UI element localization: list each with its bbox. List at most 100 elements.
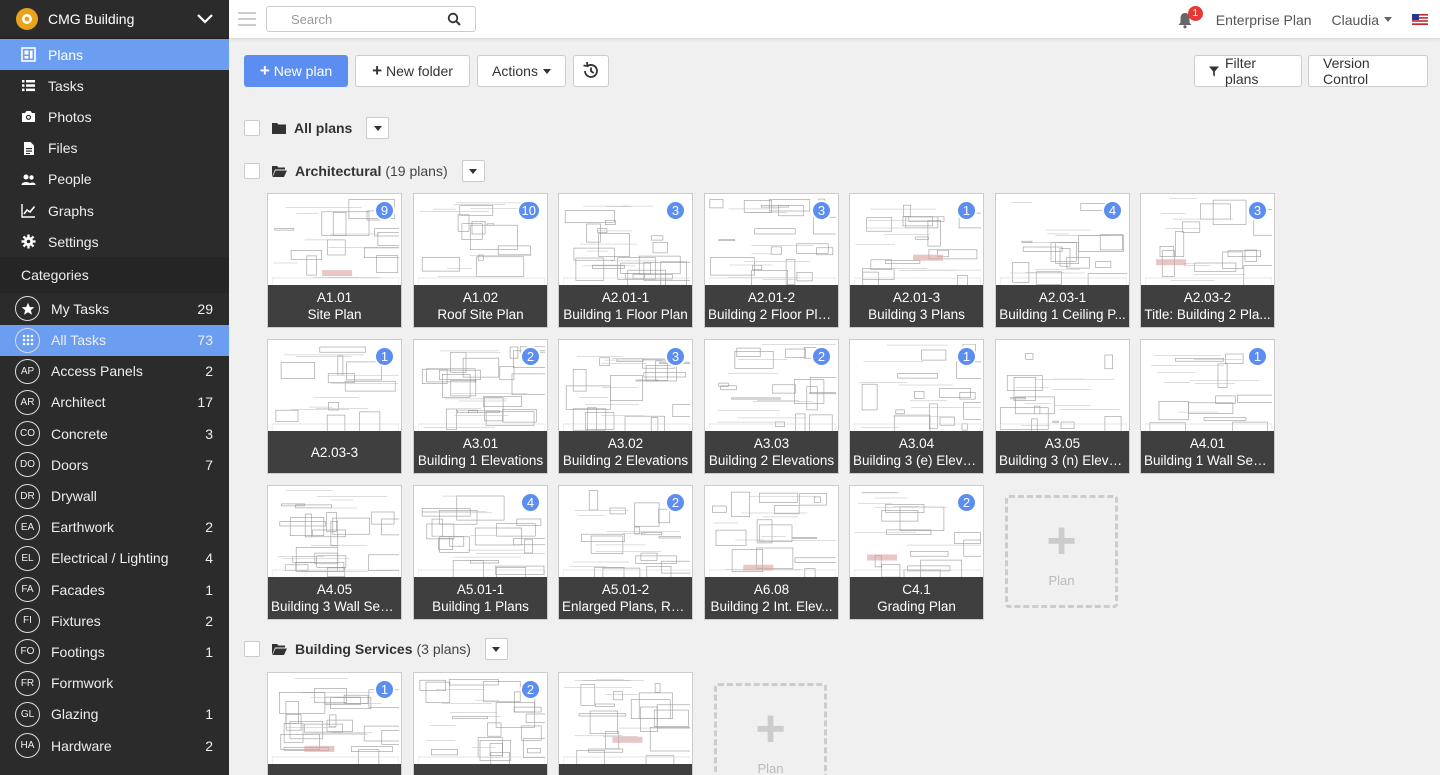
sidebar-item-settings[interactable]: Settings: [0, 226, 229, 257]
folder-dropdown-button[interactable]: [461, 160, 485, 182]
plan-card[interactable]: 2 E.8: [413, 672, 548, 775]
search-icon[interactable]: [447, 12, 461, 26]
plans-toolbar: + New plan + New folder Actions Filter pla…: [229, 39, 1440, 102]
actions-dropdown[interactable]: Actions: [477, 55, 566, 87]
category-item[interactable]: All Tasks 73: [0, 324, 229, 356]
category-item[interactable]: My Tasks 29: [0, 293, 229, 324]
category-item[interactable]: GL Glazing 1: [0, 699, 229, 730]
category-count: 3: [205, 425, 213, 442]
plan-card[interactable]: 9 A1.01 Site Plan: [267, 193, 402, 328]
category-item[interactable]: CO Concrete 3: [0, 418, 229, 449]
caret-down-icon: [542, 68, 551, 74]
plus-icon: +: [372, 61, 382, 80]
add-plan-tile[interactable]: + Plan: [714, 683, 827, 775]
plan-card[interactable]: 10 A1.02 Roof Site Plan: [413, 193, 548, 328]
category-label: Formwork: [51, 675, 114, 692]
task-count-badge: 1: [956, 346, 977, 367]
category-item[interactable]: DR Drywall: [0, 480, 229, 511]
category-item[interactable]: FA Facades 1: [0, 574, 229, 605]
notifications-button[interactable]: 1: [1176, 5, 1203, 29]
plan-card[interactable]: 1 S5.1: [267, 672, 402, 775]
plan-title: Building 2 Floor Pla...: [708, 307, 837, 322]
add-plan-label: Plan: [757, 761, 784, 775]
category-item[interactable]: FR Formwork: [0, 668, 229, 699]
folder-name[interactable]: Architectural: [295, 163, 381, 179]
plan-card[interactable]: 3 A2.03-2 Title: Building 2 Pla...: [1140, 193, 1275, 328]
plan-title: Building 1 Plans: [432, 599, 529, 614]
search-input[interactable]: [291, 7, 461, 31]
plan-card[interactable]: 2 A3.03 Building 2 Elevations: [704, 339, 839, 474]
folder-dropdown-button[interactable]: [484, 638, 508, 660]
folder-name[interactable]: Building Services: [295, 641, 412, 657]
plan-card[interactable]: A4.05 Building 3 Wall Sec...: [267, 485, 402, 620]
sidebar-item-graphs[interactable]: Graphs: [0, 195, 229, 226]
plan-caption: A2.01-1 Building 1 Floor Plan: [559, 285, 692, 327]
plan-code: A2.01-1: [601, 290, 650, 305]
plan-code: A3.02: [607, 436, 644, 451]
plan-card[interactable]: 1 A2.03-3: [267, 339, 402, 474]
plan-card[interactable]: 1 A2.01-3 Building 3 Plans: [849, 193, 984, 328]
plan-card[interactable]: A3.05 Building 3 (n) Eleva...: [995, 339, 1130, 474]
plan-card[interactable]: 1 A3.04 Building 3 (e) Eleva...: [849, 339, 984, 474]
plan-card[interactable]: E.4: [558, 672, 693, 775]
plan-title: Building 2 Elevations: [562, 453, 689, 468]
plan-caption: A3.05 Building 3 (n) Eleva...: [996, 431, 1129, 473]
menu-toggle-icon[interactable]: [238, 12, 256, 26]
add-plan-tile[interactable]: + Plan: [1005, 495, 1118, 608]
folder-name[interactable]: All plans: [294, 120, 352, 136]
folder-row-building-services: Building Services (3 plans): [244, 637, 508, 661]
plan-card[interactable]: 4 A2.03-1 Building 1 Ceiling P...: [995, 193, 1130, 328]
plan-card[interactable]: 2 C4.1 Grading Plan: [849, 485, 984, 620]
plan-caption: S5.1: [268, 764, 401, 775]
plan-title: Grading Plan: [877, 599, 956, 614]
sidebar-item-photos[interactable]: Photos: [0, 101, 229, 132]
new-folder-button[interactable]: + New folder: [355, 55, 470, 87]
plan-card[interactable]: 3 A3.02 Building 2 Elevations: [558, 339, 693, 474]
sidebar-item-tasks[interactable]: Tasks: [0, 70, 229, 101]
folder-row-all-plans: All plans: [244, 116, 390, 140]
category-item[interactable]: EA Earthwork 2: [0, 512, 229, 543]
plan-card[interactable]: 2 A5.01-2 Enlarged Plans, Res...: [558, 485, 693, 620]
categories-header: Categories: [0, 257, 229, 294]
category-item[interactable]: DO Doors 7: [0, 449, 229, 480]
category-item[interactable]: AR Architect 17: [0, 387, 229, 418]
add-plan-label: Plan: [1048, 573, 1075, 588]
architectural-checkbox[interactable]: [244, 163, 260, 179]
plan-card[interactable]: 2 A3.01 Building 1 Elevations: [413, 339, 548, 474]
sidebar-item-files[interactable]: Files: [0, 133, 229, 164]
category-item[interactable]: HA Hardware 2: [0, 730, 229, 761]
plan-card[interactable]: 3 A2.01-2 Building 2 Floor Pla...: [704, 193, 839, 328]
plan-caption: A2.03-3: [268, 431, 401, 473]
new-plan-button[interactable]: + New plan: [244, 55, 348, 87]
category-label: Hardware: [51, 737, 112, 754]
project-switcher[interactable]: CMG Building: [0, 0, 229, 39]
category-abbr-badge: EA: [15, 514, 40, 540]
sidebar-item-people[interactable]: People: [0, 164, 229, 195]
history-button[interactable]: [573, 55, 609, 87]
filter-plans-button[interactable]: Filter plans: [1194, 55, 1302, 87]
task-count-badge: 2: [520, 346, 541, 367]
version-control-button[interactable]: Version Control: [1308, 55, 1428, 87]
all-plans-checkbox[interactable]: [244, 120, 260, 136]
plan-card[interactable]: 3 A2.01-1 Building 1 Floor Plan: [558, 193, 693, 328]
category-item[interactable]: FI Fixtures 2: [0, 605, 229, 636]
chevron-down-icon[interactable]: [195, 9, 215, 29]
folder-dropdown-button[interactable]: [366, 117, 390, 139]
category-item[interactable]: FO Footings 1: [0, 636, 229, 667]
plan-code: A3.05: [1044, 436, 1081, 451]
category-item[interactable]: EL Electrical / Lighting 4: [0, 543, 229, 574]
category-label: Architect: [51, 394, 106, 411]
plan-card[interactable]: 4 A5.01-1 Building 1 Plans: [413, 485, 548, 620]
sidebar-item-plans[interactable]: Plans: [0, 39, 229, 71]
us-flag-icon[interactable]: [1412, 14, 1428, 25]
building-services-checkbox[interactable]: [244, 641, 260, 657]
user-menu[interactable]: Claudia: [1332, 12, 1392, 28]
plan-card[interactable]: A6.08 Building 2 Int. Elev...: [704, 485, 839, 620]
category-abbr-badge: AP: [15, 358, 40, 384]
category-item[interactable]: AP Access Panels 2: [0, 356, 229, 387]
graph-icon: [20, 203, 36, 219]
plan-code: A4.05: [316, 582, 353, 597]
sidebar-item-label: Graphs: [48, 202, 94, 219]
plan-link[interactable]: Enterprise Plan: [1216, 12, 1312, 28]
plan-card[interactable]: 1 A4.01 Building 1 Wall Sec...: [1140, 339, 1275, 474]
